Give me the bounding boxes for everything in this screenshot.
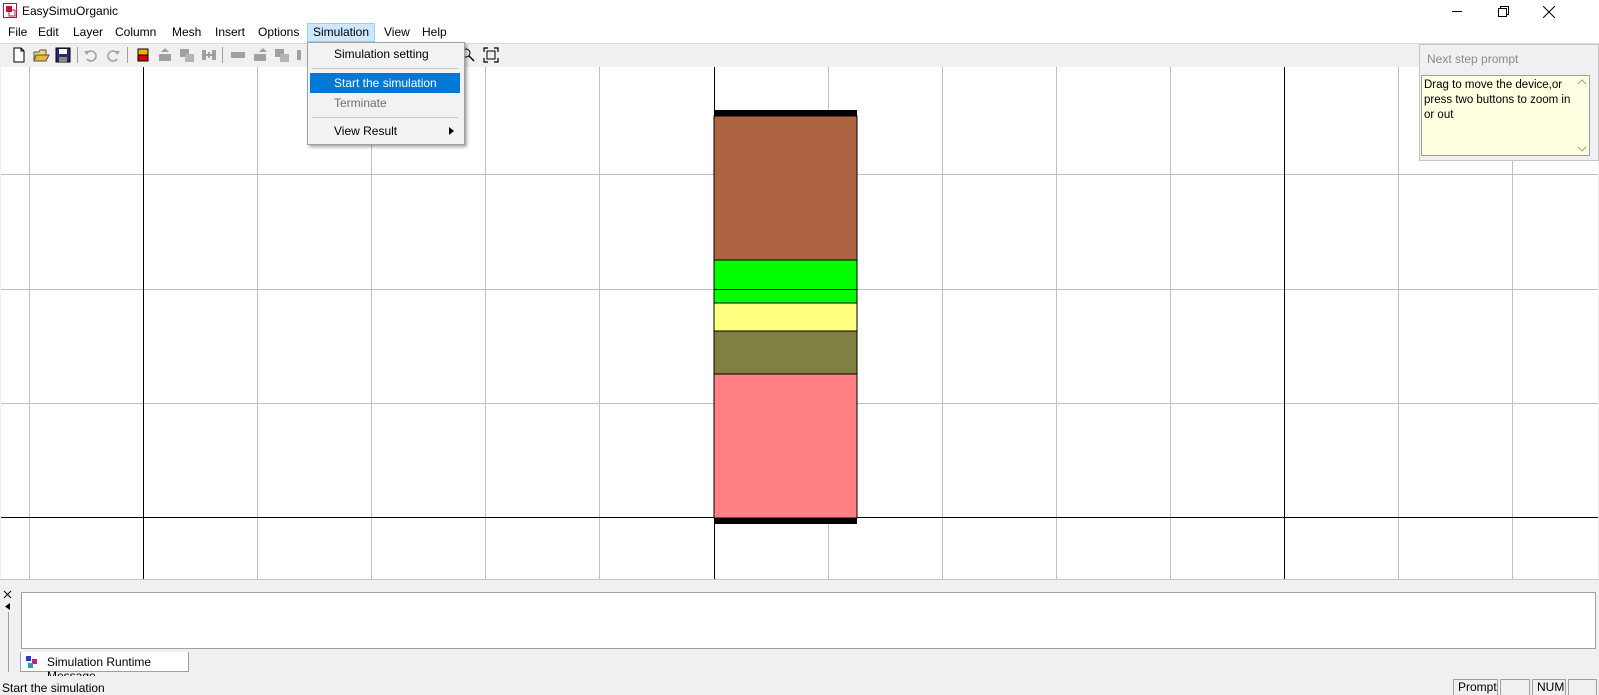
- close-pane-icon[interactable]: [3, 590, 12, 599]
- menu-help[interactable]: Help: [417, 23, 452, 42]
- menu-mesh[interactable]: Mesh: [167, 23, 206, 42]
- menu-simulation[interactable]: Simulation: [307, 23, 376, 42]
- title-bar: [0, 0, 1599, 23]
- app-icon: [3, 3, 17, 18]
- menu-item-simulation-setting[interactable]: Simulation setting: [310, 44, 460, 64]
- layer-insert-icon[interactable]: [200, 46, 218, 64]
- submenu-arrow-icon: [449, 127, 454, 135]
- prompt-panel-title: Next step prompt: [1427, 52, 1519, 66]
- minimize-icon: [1451, 11, 1462, 12]
- prompt-text: Drag to move the device,or press two but…: [1424, 79, 1571, 121]
- menu-item-view-result[interactable]: View Result: [310, 121, 460, 141]
- close-icon: [1543, 5, 1555, 18]
- redo-icon[interactable]: [104, 46, 122, 64]
- menu-layer[interactable]: Layer: [68, 23, 108, 42]
- menu-item-start-simulation[interactable]: Start the simulation: [310, 73, 460, 93]
- status-empty-panel: [1500, 679, 1530, 695]
- device-canvas[interactable]: [1, 67, 1598, 579]
- restore-icon: [1497, 6, 1509, 17]
- menu-item-view-result-label: View Result: [334, 124, 398, 138]
- menu-options[interactable]: Options: [253, 23, 304, 42]
- open-folder-icon[interactable]: [32, 46, 50, 64]
- device-layer-4: [713, 330, 858, 375]
- toolbar-separator: [77, 47, 78, 63]
- menu-file[interactable]: File: [3, 23, 32, 42]
- status-scrl-panel: [1568, 679, 1597, 695]
- new-file-icon[interactable]: [10, 46, 28, 64]
- prompt-text-box: Drag to move the device,or press two but…: [1421, 75, 1590, 156]
- undo-icon[interactable]: [82, 46, 100, 64]
- menu-column[interactable]: Column: [110, 23, 161, 42]
- menu-insert[interactable]: Insert: [210, 23, 250, 42]
- device-layer-3: [713, 302, 858, 332]
- scroll-up-icon[interactable]: [1577, 78, 1587, 86]
- simulation-dropdown-menu: Simulation setting Start the simulation …: [307, 42, 465, 145]
- close-button[interactable]: [1526, 0, 1572, 23]
- menu-separator: [312, 68, 458, 69]
- status-prompt: Prompt: [1453, 679, 1498, 695]
- fit-window-icon[interactable]: [482, 46, 500, 64]
- column-move-icon[interactable]: [251, 46, 269, 64]
- column-icon[interactable]: [229, 46, 247, 64]
- device-layer-1: [713, 115, 858, 261]
- grid-and-device: [1, 67, 1598, 579]
- pane-gripper[interactable]: [8, 612, 12, 672]
- runtime-message-box[interactable]: [21, 592, 1596, 649]
- menu-separator: [312, 117, 458, 118]
- column-copy-icon[interactable]: [273, 46, 291, 64]
- toolbar-separator: [127, 47, 128, 63]
- device-layer-2: [713, 259, 858, 304]
- window-title: EasySimuOrganic: [22, 4, 119, 18]
- save-icon[interactable]: [54, 46, 72, 64]
- layer-copy-icon[interactable]: [178, 46, 196, 64]
- menu-view[interactable]: View: [379, 23, 415, 42]
- bottom-electrode: [714, 518, 857, 524]
- top-electrode: [714, 110, 857, 116]
- pin-pane-icon[interactable]: [3, 602, 12, 611]
- status-bar: [0, 676, 1599, 695]
- status-message: Start the simulation: [2, 681, 105, 695]
- minimize-button[interactable]: [1434, 0, 1480, 23]
- menu-edit[interactable]: Edit: [33, 23, 64, 42]
- status-num: NUM: [1532, 679, 1566, 695]
- device-layer-5: [713, 373, 858, 519]
- layer-color-icon[interactable]: [134, 46, 152, 64]
- device-stack[interactable]: [713, 110, 858, 524]
- restore-button[interactable]: [1480, 0, 1526, 23]
- scroll-down-icon[interactable]: [1577, 145, 1587, 153]
- menu-item-terminate[interactable]: Terminate: [310, 93, 460, 113]
- layer-move-up-icon[interactable]: [156, 46, 174, 64]
- tab-simulation-runtime-message[interactable]: Simulation Runtime Message: [20, 652, 189, 683]
- message-tab-icon: [26, 656, 37, 668]
- toolbar-separator: [222, 47, 223, 63]
